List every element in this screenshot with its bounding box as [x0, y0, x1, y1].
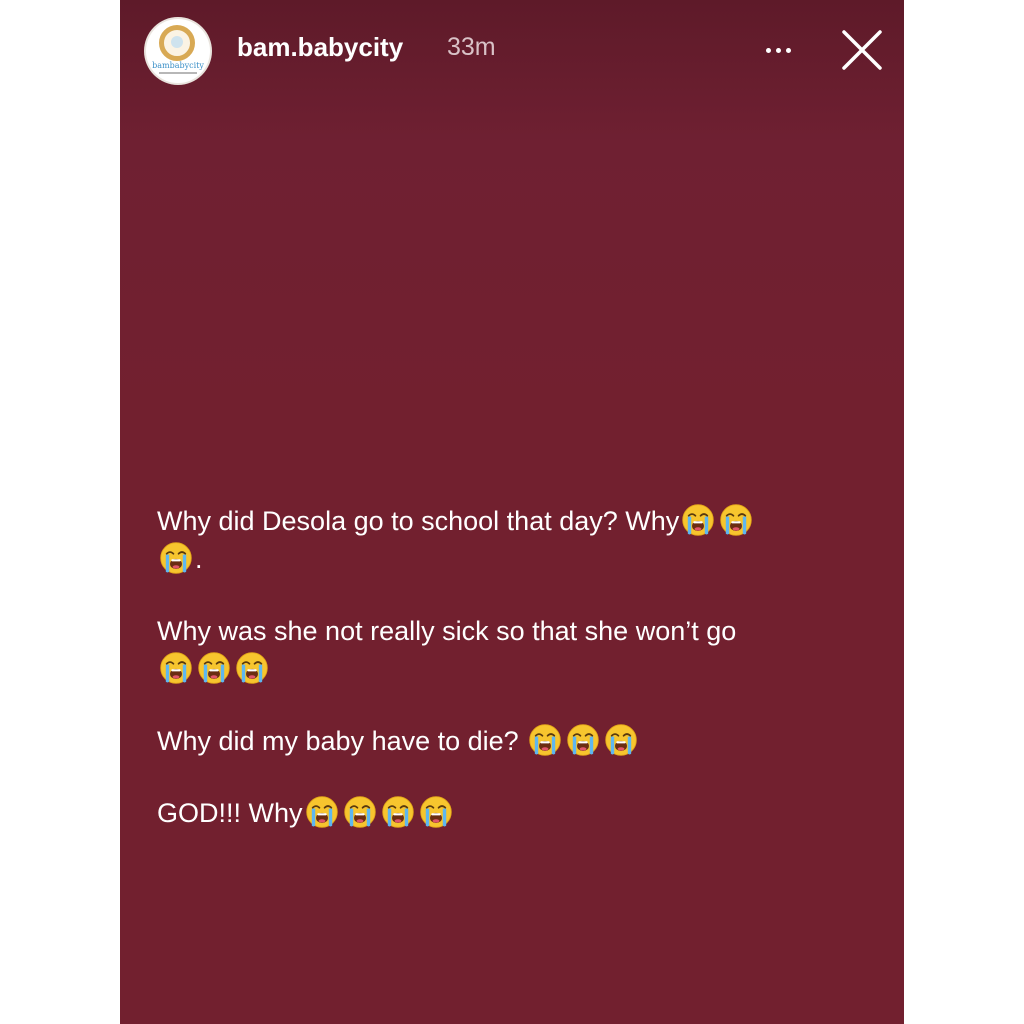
message-line-2: Why was she not really sick so that she … — [157, 612, 877, 688]
message-line-3-text: Why did my baby have to die? — [157, 726, 519, 756]
message-line-1-tail: . — [195, 544, 203, 574]
logo-face — [171, 36, 183, 48]
message-line-2-text: Why was she not really sick so that she … — [157, 616, 737, 646]
logo-wordmark: bambabycity — [152, 61, 204, 70]
story-header: bambabycity bam.babycity 33m — [120, 0, 904, 110]
crying-face-icon — [720, 504, 753, 536]
post-timestamp: 33m — [447, 33, 496, 61]
crying-face-icon — [529, 724, 561, 756]
close-icon[interactable] — [838, 26, 886, 74]
story-text: Why did Desola go to school that day? Wh… — [157, 502, 877, 832]
username-link[interactable]: bam.babycity — [237, 32, 403, 63]
crying-face-icon — [160, 542, 192, 574]
logo-tagline — [146, 72, 210, 74]
message-line-1: Why did Desola go to school that day? Wh… — [157, 502, 877, 578]
crying-face-icon — [567, 724, 599, 756]
screenshot-canvas: bambabycity bam.babycity 33m Why did Des… — [0, 0, 1024, 1024]
message-line-1-text: Why did Desola go to school that day? Wh… — [157, 506, 680, 536]
crying-face-icon — [419, 796, 452, 828]
more-options-button[interactable] — [756, 32, 800, 68]
story-viewer[interactable]: bambabycity bam.babycity 33m Why did Des… — [120, 0, 904, 1024]
message-line-4: GOD!!! Why — [157, 794, 877, 832]
crying-face-icon — [343, 796, 376, 828]
crying-face-icon — [160, 652, 192, 684]
crying-face-icon — [236, 652, 268, 684]
crying-face-icon — [305, 796, 338, 828]
crying-face-icon — [605, 724, 637, 756]
message-line-3: Why did my baby have to die? — [157, 722, 877, 760]
message-line-4-text: GOD!!! Why — [157, 798, 303, 828]
more-horizontal-icon — [775, 47, 781, 53]
crying-face-icon — [381, 796, 414, 828]
avatar[interactable]: bambabycity — [146, 19, 210, 83]
more-horizontal-icon — [765, 47, 771, 53]
crying-face-icon — [198, 652, 230, 684]
crying-face-icon — [682, 504, 715, 536]
more-horizontal-icon — [785, 47, 791, 53]
